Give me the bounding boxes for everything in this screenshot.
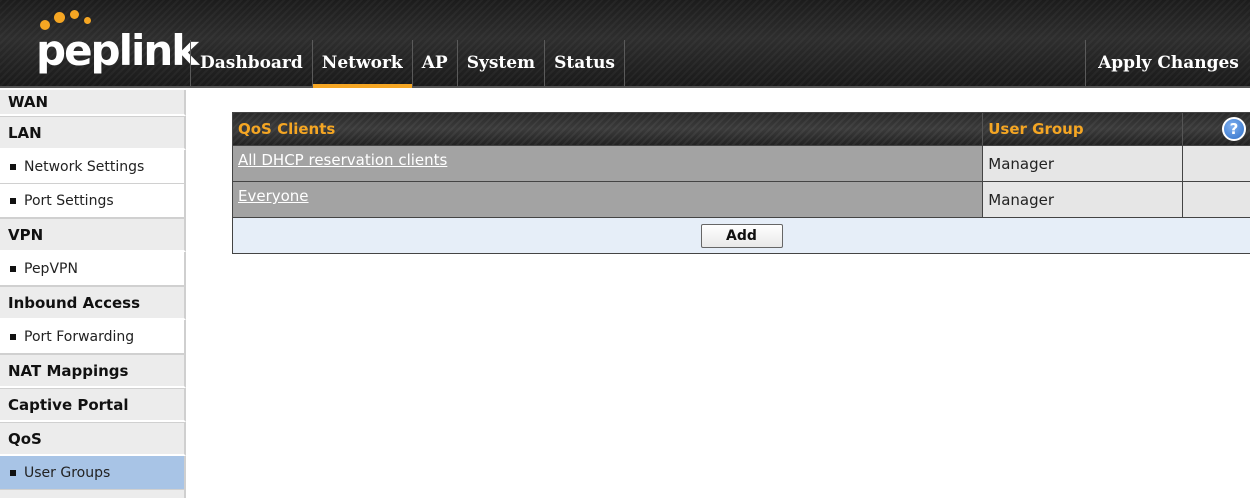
sidebar-item-vpn[interactable]: VPN (0, 218, 186, 252)
apply-changes-button[interactable]: Apply Changes (1087, 40, 1250, 86)
table-row: Everyone Manager (233, 181, 1250, 217)
sidebar-item-label: WAN (8, 93, 49, 111)
sidebar-item-captive-portal[interactable]: Captive Portal (0, 388, 186, 422)
logo-text: peplink (36, 26, 199, 75)
bullet-icon (10, 163, 16, 170)
nav-tab-system[interactable]: System (458, 40, 546, 86)
bullet-icon (10, 333, 16, 340)
sidebar: WAN LAN Network Settings Port Settings V… (0, 90, 186, 498)
sidebar-item-label: NAT Mappings (8, 361, 129, 380)
qos-clients-table: QoS Clients User Group ? All DHCP reserv… (232, 112, 1250, 254)
nav-tab-status[interactable]: Status (545, 40, 626, 86)
user-group-cell: Manager (982, 182, 1183, 217)
table-row: All DHCP reservation clients Manager (233, 145, 1250, 181)
header-user-group: User Group (982, 113, 1182, 145)
header-qos-clients: QoS Clients (238, 120, 336, 138)
top-bar: peplink Dashboard Network AP System Stat… (0, 0, 1250, 88)
sidebar-item-label: Inbound Access (8, 293, 141, 312)
bullet-icon (10, 197, 16, 204)
sidebar-bottom (0, 490, 186, 498)
sidebar-item-port-settings[interactable]: Port Settings (0, 184, 186, 218)
sidebar-item-label: QoS (8, 429, 42, 448)
add-row: Add (233, 217, 1250, 253)
sidebar-item-wan[interactable]: WAN (0, 90, 186, 116)
bullet-icon (10, 265, 16, 272)
header-help-cell: ? (1182, 113, 1250, 145)
user-group-cell: Manager (982, 146, 1183, 181)
client-link[interactable]: Everyone (238, 187, 309, 205)
nav-tab-ap[interactable]: AP (413, 40, 458, 86)
sidebar-item-label: VPN (8, 225, 44, 244)
sidebar-item-label: Captive Portal (8, 395, 129, 414)
help-icon[interactable]: ? (1222, 117, 1246, 141)
sidebar-item-label: LAN (8, 123, 42, 142)
add-button[interactable]: Add (700, 223, 783, 248)
client-cell: All DHCP reservation clients (233, 146, 983, 181)
client-link[interactable]: All DHCP reservation clients (238, 151, 447, 169)
client-cell: Everyone (233, 182, 983, 217)
sidebar-item-lan[interactable]: LAN (0, 116, 186, 150)
action-cell (1182, 182, 1250, 217)
sidebar-item-network-settings[interactable]: Network Settings (0, 150, 186, 184)
table-header: QoS Clients User Group ? (233, 113, 1250, 145)
nav-tab-network[interactable]: Network (312, 40, 413, 88)
main-nav: Dashboard Network AP System Status (190, 40, 626, 88)
sidebar-item-inbound-access[interactable]: Inbound Access (0, 286, 186, 320)
sidebar-item-label: Network Settings (24, 158, 145, 175)
nav-spacer (650, 40, 1086, 86)
sidebar-item-qos[interactable]: QoS (0, 422, 186, 456)
sidebar-item-label: Port Settings (24, 192, 114, 209)
sidebar-item-port-forwarding[interactable]: Port Forwarding (0, 320, 186, 354)
sidebar-item-label: PepVPN (24, 260, 78, 277)
sidebar-item-label: User Groups (24, 464, 111, 481)
action-cell (1182, 146, 1250, 181)
peplink-logo[interactable]: peplink (0, 0, 199, 88)
sidebar-item-nat-mappings[interactable]: NAT Mappings (0, 354, 186, 388)
sidebar-item-label: Port Forwarding (24, 328, 135, 345)
sidebar-item-pepvpn[interactable]: PepVPN (0, 252, 186, 286)
nav-tab-dashboard[interactable]: Dashboard (191, 40, 313, 86)
sidebar-item-user-groups[interactable]: User Groups (0, 456, 186, 490)
